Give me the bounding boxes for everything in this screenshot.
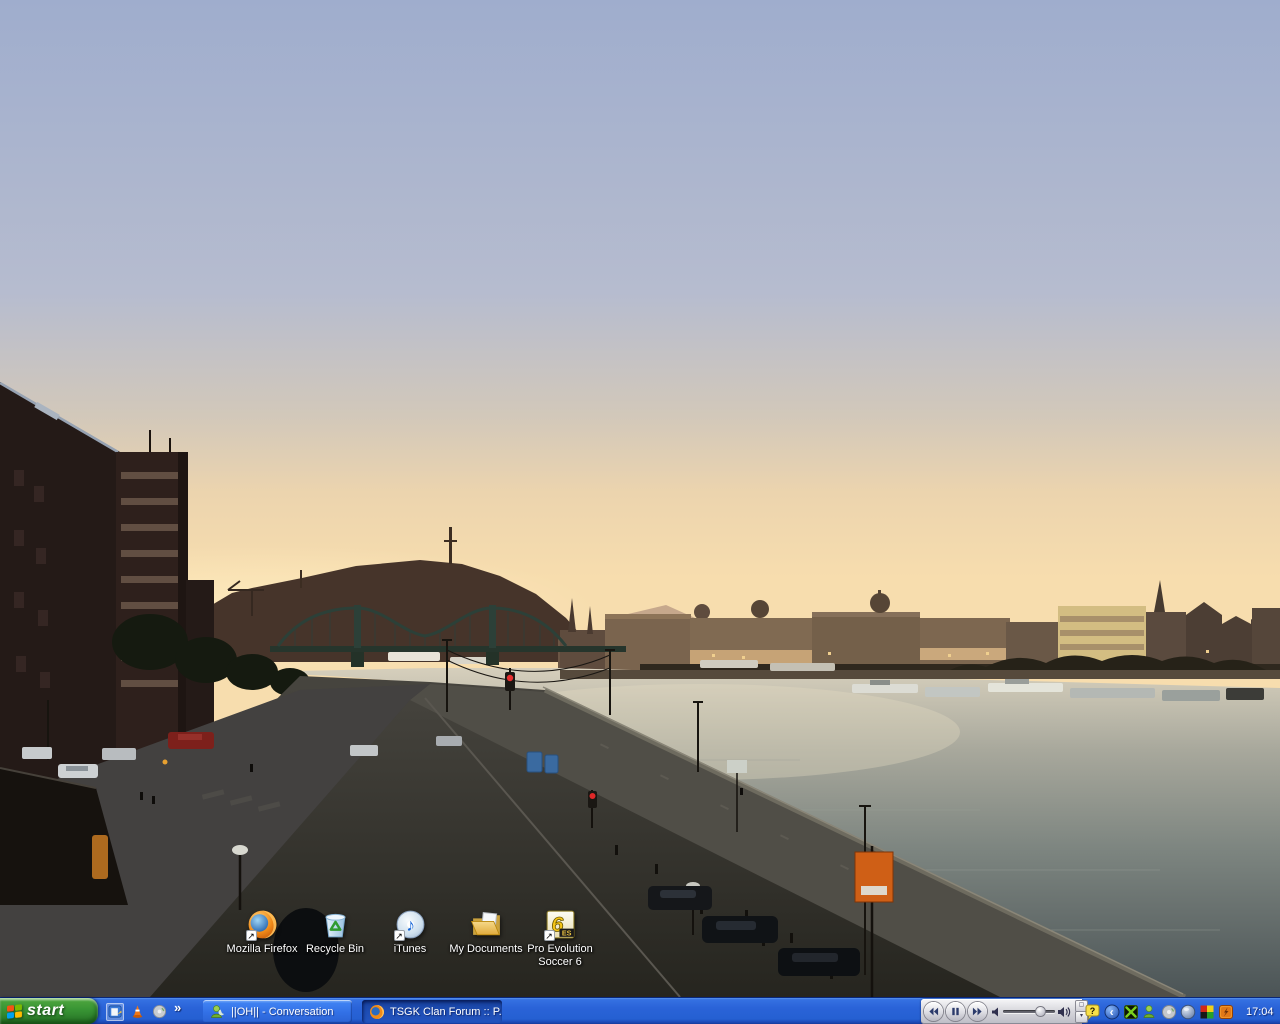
desktop-icon-itunes[interactable]: ♪ ↗ iTunes: [370, 908, 450, 956]
hide-icons-chevron-button[interactable]: ‹: [1104, 1003, 1120, 1020]
desktop-icon-label: My Documents: [446, 943, 526, 956]
taskbar-window-messenger[interactable]: ||OH|| - Conversation: [203, 1000, 352, 1023]
svg-text:♪: ♪: [406, 915, 415, 935]
svg-text:?: ?: [1090, 1006, 1096, 1016]
desktop-icon-label: Pro Evolution Soccer 6: [520, 943, 600, 969]
shortcut-arrow-badge: ↗: [394, 930, 405, 941]
wallpaper-photo: [0, 0, 1280, 997]
volume-slider-thumb[interactable]: [1036, 1007, 1045, 1016]
windows-logo-icon: [7, 1004, 22, 1019]
windows-xp-screen: ↗ Mozilla Firefox Recycle B: [0, 0, 1280, 1024]
quick-launch-overflow-chevron[interactable]: »: [174, 1000, 181, 1015]
pes6-icon: 6 ES ↗: [544, 908, 577, 941]
window-title: TSGK Clan Forum :: P...: [390, 1006, 502, 1018]
speaker-max-icon: [1058, 1006, 1071, 1018]
speaker-min-icon: [992, 1007, 1000, 1017]
taskbar: start: [0, 997, 1280, 1024]
xfire-icon[interactable]: [1123, 1003, 1139, 1020]
desktop-icon-my-documents[interactable]: My Documents: [446, 908, 526, 956]
blue-sphere-icon[interactable]: [1180, 1003, 1196, 1020]
desktop-icon-label: Recycle Bin: [295, 943, 375, 956]
tray-clock[interactable]: 17:04: [1246, 1006, 1280, 1018]
firefox-icon: [369, 1004, 385, 1020]
window-title: ||OH|| - Conversation: [231, 1006, 334, 1018]
help-balloon-icon[interactable]: ?: [1085, 1003, 1101, 1020]
show-desktop-icon[interactable]: [106, 1003, 124, 1021]
pause-button[interactable]: [946, 1002, 965, 1021]
my-documents-folder-icon: [470, 908, 503, 941]
itunes-deskband: ▢ ▾: [921, 999, 1082, 1024]
media-disc-icon[interactable]: [1161, 1003, 1177, 1020]
svg-text:‹: ‹: [1110, 1005, 1114, 1019]
messenger-buddy-icon[interactable]: [1142, 1003, 1158, 1020]
rewind-button[interactable]: [924, 1002, 943, 1021]
orange-app-icon[interactable]: [1218, 1003, 1234, 1020]
fast-forward-button[interactable]: [968, 1002, 987, 1021]
desktop-icon-label: iTunes: [370, 943, 450, 956]
desktop-icon-label: Mozilla Firefox: [222, 943, 302, 956]
svg-text:ES: ES: [561, 928, 571, 937]
start-button-label: start: [27, 1002, 64, 1020]
messenger-buddy-icon: [210, 1004, 226, 1020]
recycle-bin-icon: [319, 908, 352, 941]
shortcut-arrow-badge: ↗: [246, 930, 257, 941]
volume-slider[interactable]: [1003, 1010, 1055, 1013]
firefox-icon: ↗: [246, 908, 279, 941]
shortcut-arrow-badge: ↗: [544, 930, 555, 941]
itunes-icon: ♪ ↗: [394, 908, 427, 941]
quick-launch-bar: »: [102, 998, 181, 1024]
taskbar-window-browser[interactable]: TSGK Clan Forum :: P...: [362, 1000, 502, 1023]
volume-control: [992, 1006, 1071, 1018]
desktop[interactable]: ↗ Mozilla Firefox Recycle B: [0, 0, 1280, 997]
vlc-icon[interactable]: [128, 1003, 146, 1021]
start-button[interactable]: start: [0, 998, 98, 1024]
desktop-icon-firefox[interactable]: ↗ Mozilla Firefox: [222, 908, 302, 956]
desktop-icon-recycle-bin[interactable]: Recycle Bin: [295, 908, 375, 956]
desktop-icon-pes6[interactable]: 6 ES ↗ Pro Evolution Soccer 6: [520, 908, 600, 969]
system-tray: ? ‹: [1085, 998, 1280, 1024]
four-color-grid-icon[interactable]: [1199, 1003, 1215, 1020]
media-player-disc-icon[interactable]: [150, 1003, 168, 1021]
